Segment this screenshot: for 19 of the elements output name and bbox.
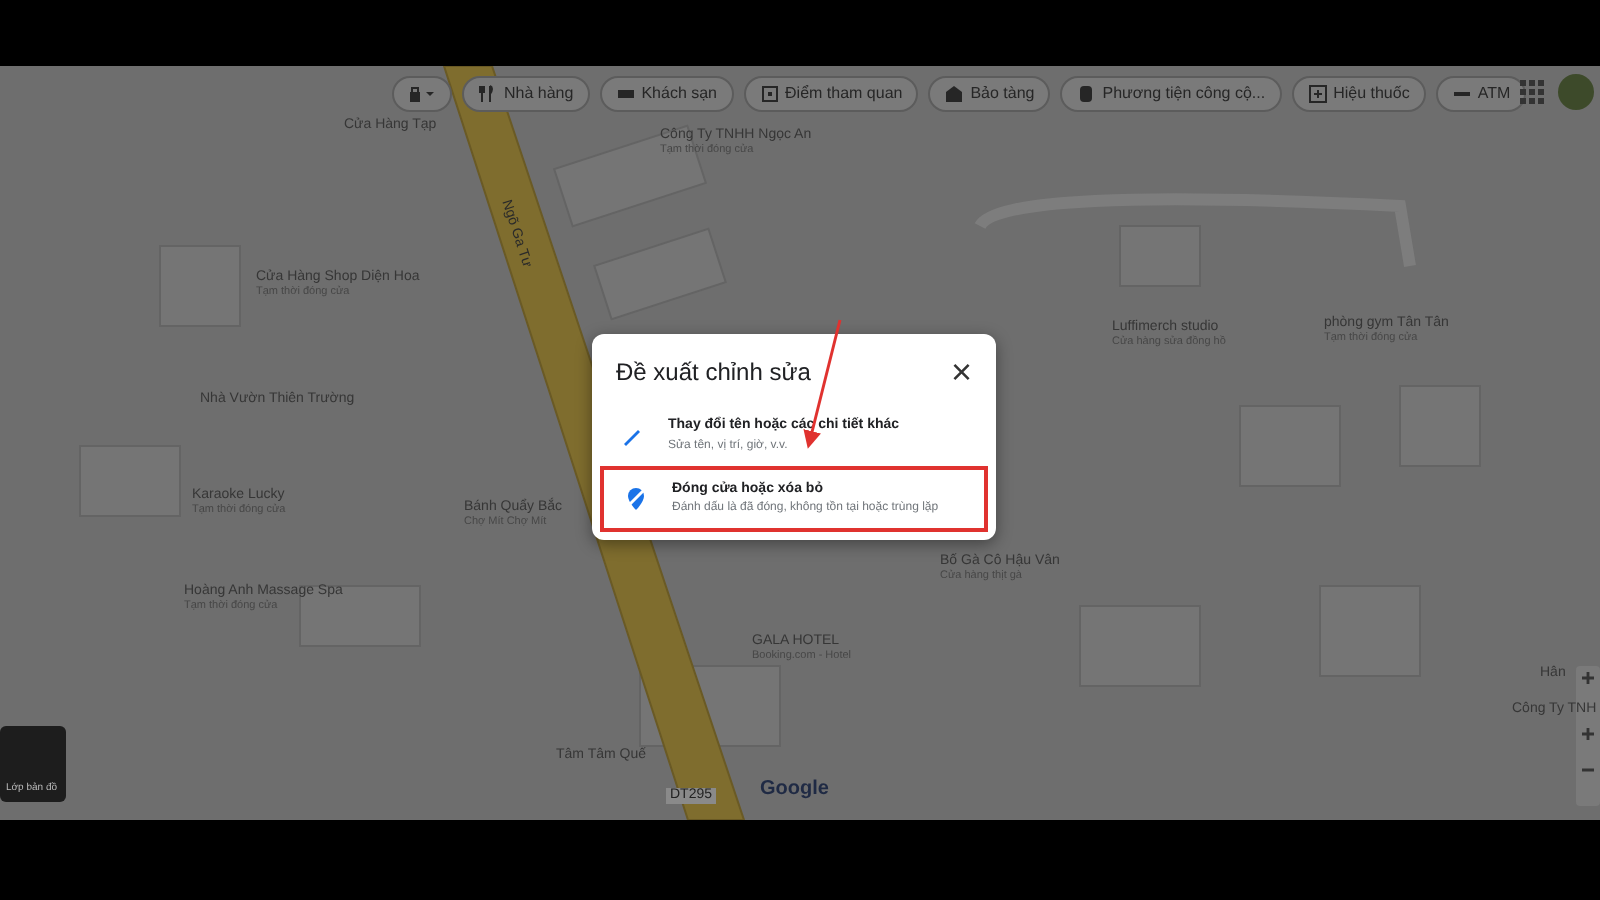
lock-icon — [408, 84, 436, 104]
hotel-filter-chip[interactable]: Khách sạn — [599, 76, 734, 112]
transit-icon — [1076, 84, 1097, 104]
apps-grid-icon[interactable] — [1520, 80, 1544, 104]
pin-crossed-icon — [624, 486, 648, 511]
atm-filter-chip[interactable]: ATM — [1435, 76, 1527, 112]
restaurant-filter-chip[interactable]: Nhà hàng — [462, 76, 590, 112]
transit-filter-chip[interactable]: Phương tiện công cộ... — [1060, 76, 1282, 112]
museum-filter-chip[interactable]: Bảo tàng — [928, 76, 1051, 112]
pharmacy-filter-chip[interactable]: Hiệu thuốc — [1291, 76, 1426, 112]
attraction-filter-chip[interactable]: Điểm tham quan — [743, 76, 919, 112]
pharmacy-icon — [1307, 84, 1328, 104]
lock-dropdown-button[interactable] — [392, 76, 452, 112]
dialog-title: Đề xuất chỉnh sửa — [614, 356, 813, 390]
attraction-icon — [759, 84, 780, 104]
restaurant-icon — [478, 84, 498, 104]
google-logo: Google — [760, 778, 829, 801]
avatar-icon[interactable] — [1558, 74, 1594, 110]
close-button[interactable]: × — [942, 354, 980, 390]
